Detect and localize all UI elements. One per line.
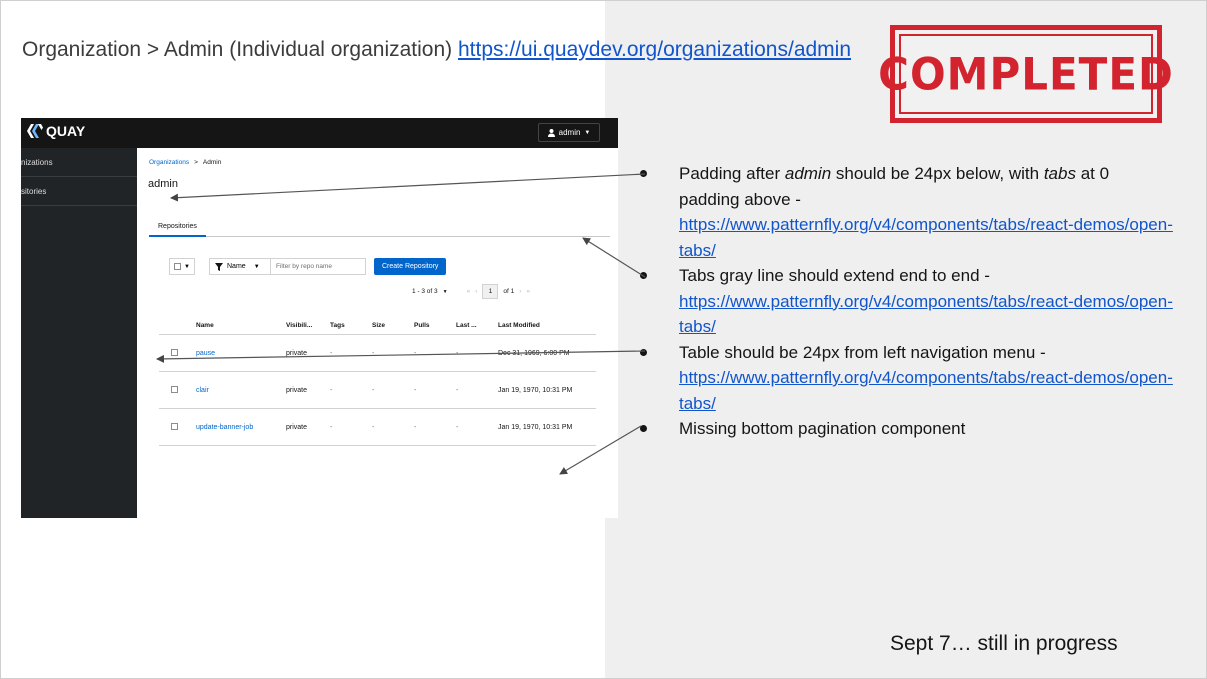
tabs: Repositories [149,218,610,237]
repo-last-modified: Dec 31, 1969, 6:00 PM [498,349,570,357]
repo-size: - [372,423,375,431]
next-page-icon[interactable]: › [519,288,521,295]
repo-last: - [456,386,459,394]
sidebar-item-repositories[interactable]: sitories [21,177,137,206]
user-menu-toggle[interactable]: admin ▼ [538,123,600,142]
sidebar: nizations sitories [21,148,137,518]
repo-pulls: - [414,423,417,431]
filter-icon [215,262,223,271]
note-link[interactable]: https://www.patternfly.org/v4/components… [679,368,1173,413]
breadcrumb-separator: > [194,159,198,166]
quay-logo[interactable]: QUAY [27,123,85,139]
filter-type-label: Name [227,263,246,270]
repo-visibility: private [286,349,308,357]
slide: Organization > Admin (Individual organiz… [0,0,1207,679]
repo-tags: - [330,349,333,357]
slide-title-link[interactable]: https://ui.quaydev.org/organizations/adm… [458,38,851,61]
bullet-icon [640,170,647,177]
repo-size: - [372,386,375,394]
bullet-icon [640,272,647,279]
repo-tags: - [330,386,333,394]
note-item: Missing bottom pagination component [640,416,1173,442]
top-pagination: 1 - 3 of 3 ▼ « ‹ 1 of 1 › » [412,284,530,299]
sidebar-item-organizations[interactable]: nizations [21,148,137,177]
note-link[interactable]: https://www.patternfly.org/v4/components… [679,215,1173,260]
user-icon [547,128,555,137]
pagination-range[interactable]: 1 - 3 of 3 [412,288,438,295]
review-notes: Padding after admin should be 24px below… [640,161,1173,442]
caret-down-icon: ▼ [442,288,448,295]
slide-title: Organization > Admin (Individual organiz… [22,38,851,62]
row-checkbox[interactable] [171,348,178,356]
table-row: pause private - - - - Dec 31, 1969, 6:00… [159,335,596,372]
repo-visibility: private [286,386,308,394]
column-last-modified[interactable]: Last Modified [498,322,596,329]
repo-link[interactable]: pause [196,350,286,357]
table-row: clair private - - - - Jan 19, 1970, 10:3… [159,372,596,409]
note-item: Padding after admin should be 24px below… [640,161,1173,263]
note-item: Tabs gray line should extend end to end … [640,263,1173,340]
page-number-input[interactable]: 1 [482,284,499,299]
bullet-icon [640,348,647,356]
filter-type-dropdown[interactable]: Name ▼ [209,258,271,275]
row-checkbox[interactable] [171,385,178,393]
column-last[interactable]: Last ... [456,322,498,329]
column-pulls[interactable]: Pulls [414,322,456,329]
user-menu-label: admin [558,128,581,137]
repo-pulls: - [414,349,417,357]
tab-repositories[interactable]: Repositories [149,218,206,237]
repo-size: - [372,349,375,357]
quay-logo-icon [27,124,43,138]
table-toolbar: ▼ Name ▼ Filter by repo name Create Repo… [169,258,447,275]
page-total: of 1 [503,288,515,295]
repo-link[interactable]: update-banner-job [196,424,286,431]
repo-last-modified: Jan 19, 1970, 10:31 PM [498,386,573,394]
column-tags[interactable]: Tags [330,322,372,329]
repo-pulls: - [414,386,417,394]
table-header: Name Visibili... Tags Size Pulls Last ..… [159,316,596,335]
repo-visibility: private [286,423,308,431]
repo-last: - [456,349,459,357]
bullet-icon [640,425,647,432]
caret-down-icon: ▼ [184,263,190,270]
create-repository-button[interactable]: Create Repository [374,258,447,275]
repo-tags: - [330,423,333,431]
caret-down-icon: ▼ [584,129,591,136]
checkbox-icon [174,263,182,270]
first-page-icon[interactable]: « [467,288,471,295]
stamp-text: COMPLETED [878,48,1174,100]
caret-down-icon: ▼ [253,263,260,270]
repo-link[interactable]: clair [196,387,286,394]
repo-last-modified: Jan 19, 1970, 10:31 PM [498,423,573,431]
row-checkbox[interactable] [171,422,178,430]
repo-filter-input[interactable]: Filter by repo name [271,258,366,275]
breadcrumb-current: Admin [202,159,222,166]
slide-title-text: Organization > Admin (Individual organiz… [22,38,458,61]
repo-last: - [456,423,459,431]
slide-footer: Sept 7… still in progress [890,632,1118,655]
previous-page-icon[interactable]: ‹ [475,288,477,295]
table-row: update-banner-job private - - - - Jan 19… [159,409,596,446]
logo-text: QUAY [46,123,86,139]
page-title: admin [148,178,178,190]
repositories-table: Name Visibili... Tags Size Pulls Last ..… [159,316,596,446]
breadcrumb-organizations[interactable]: Organizations [149,159,189,166]
completed-stamp: COMPLETED [878,25,1173,123]
bulk-select-dropdown[interactable]: ▼ [169,258,195,275]
column-name[interactable]: Name [196,322,286,329]
note-link[interactable]: https://www.patternfly.org/v4/components… [679,292,1173,337]
column-visibility[interactable]: Visibili... [286,322,330,329]
masthead: QUAY admin ▼ [21,118,618,148]
note-item: Table should be 24px from left navigatio… [640,340,1173,417]
breadcrumb: Organizations > Admin [149,159,221,166]
last-page-icon[interactable]: » [526,288,530,295]
column-size[interactable]: Size [372,322,414,329]
quay-screenshot: QUAY admin ▼ nizations sitories Organiza… [21,118,618,518]
main-content: Organizations > Admin admin Repositories… [137,148,618,518]
